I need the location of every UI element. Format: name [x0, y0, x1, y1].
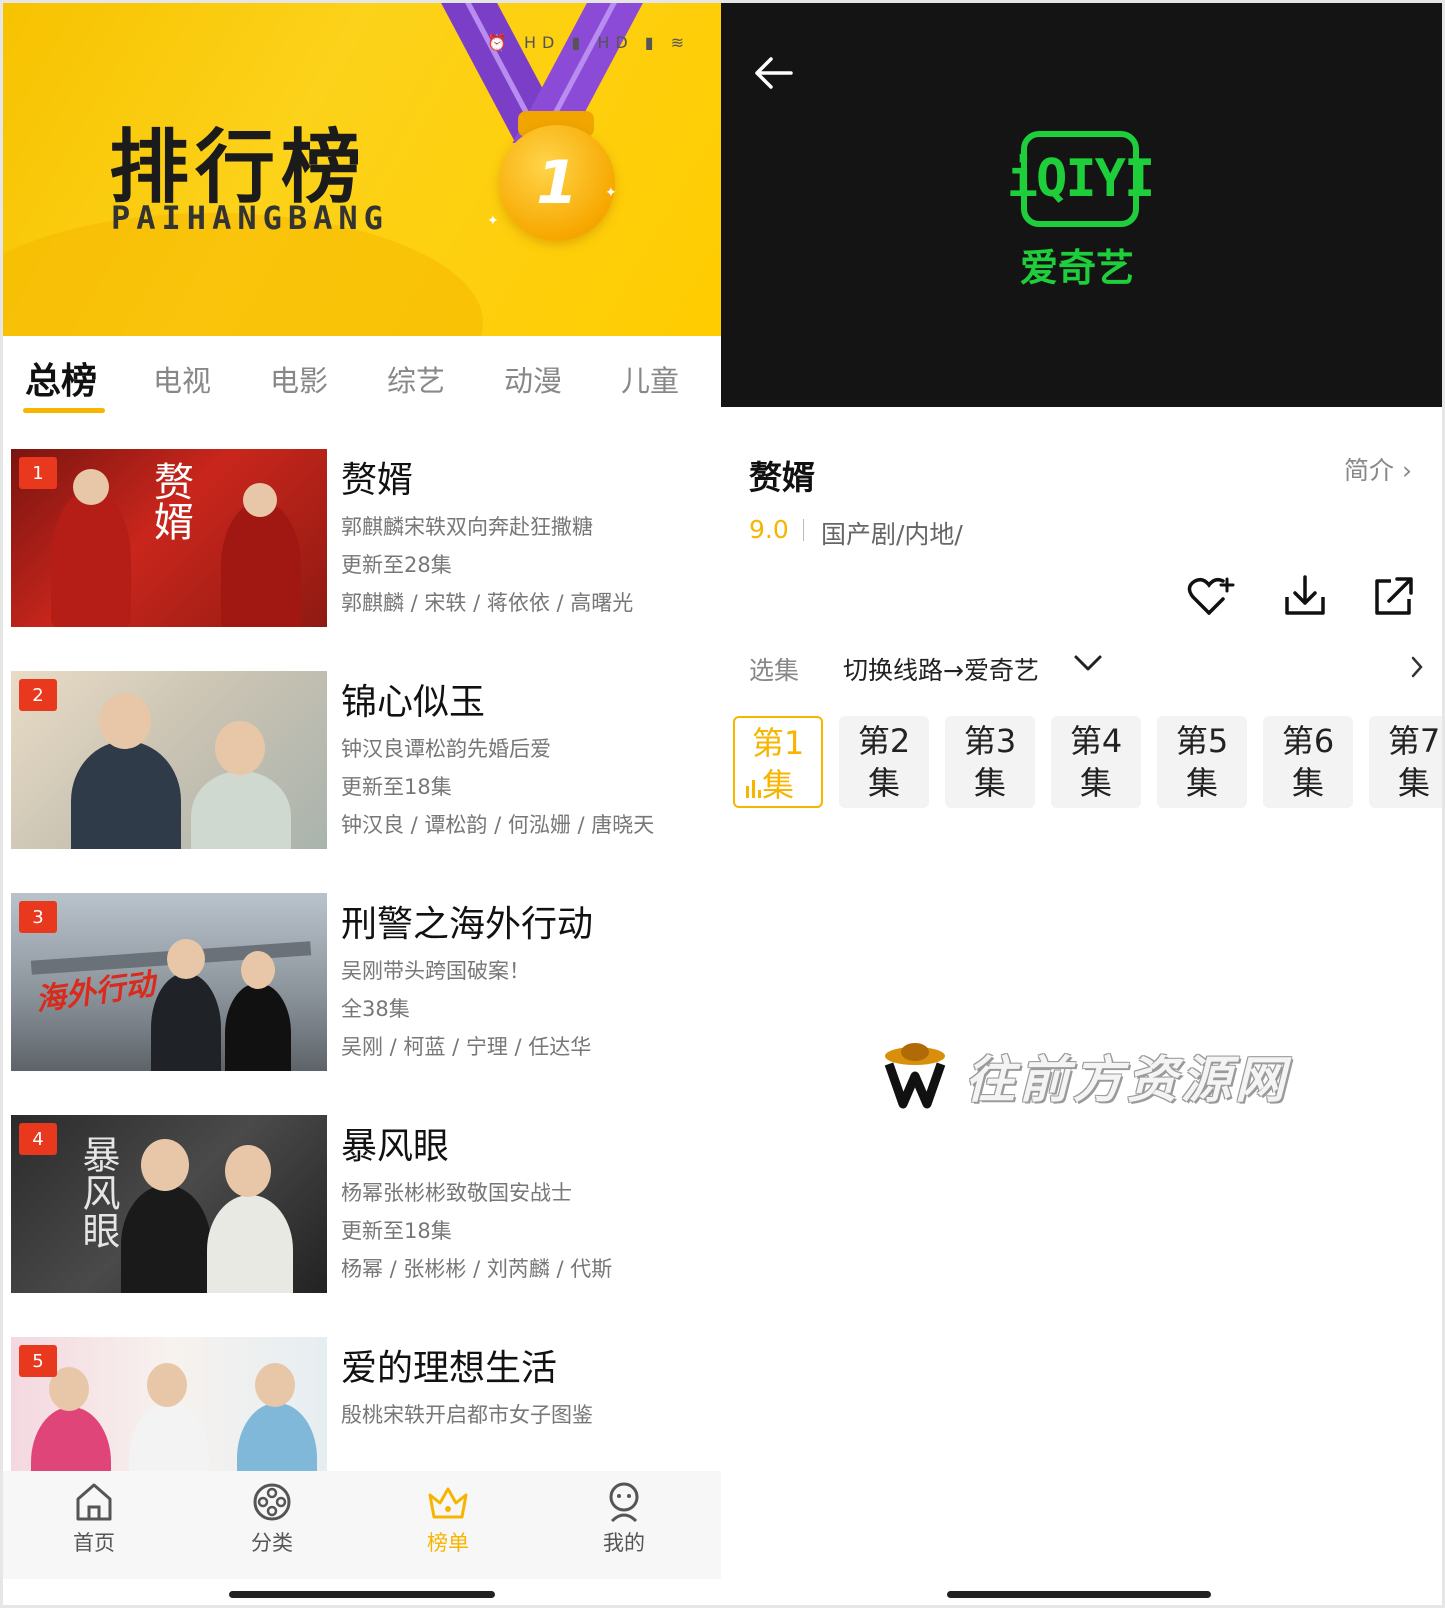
video-player[interactable]: iQIYI 爱奇艺 — [721, 3, 1442, 407]
item-title: 赘婿 — [341, 460, 414, 501]
profile-icon — [609, 1482, 639, 1523]
nav-home[interactable]: 首页 — [39, 1481, 149, 1557]
item-update-status: 更新至18集 — [341, 775, 452, 799]
playing-bars-icon — [746, 780, 761, 798]
poster-image: 2 — [11, 671, 327, 849]
film-reel-icon — [253, 1483, 291, 1521]
item-cast: 郭麒麟 / 宋轶 / 蒋依依 / 高曙光 — [341, 591, 634, 615]
list-item[interactable]: 4 暴风眼 暴风眼 杨幂张彬彬致敬国安战士 更新至18集 杨幂 / 张彬彬 / … — [3, 1115, 721, 1295]
crown-icon — [428, 1487, 468, 1519]
home-indicator[interactable] — [947, 1591, 1211, 1598]
tab-tv[interactable]: 电视 — [153, 358, 211, 400]
poster-image: 3 海外行动 — [11, 893, 327, 1071]
intro-label: 简介 — [1344, 456, 1395, 485]
nav-label: 分类 — [251, 1531, 293, 1555]
item-cast: 杨幂 / 张彬彬 / 刘芮麟 / 代斯 — [341, 1257, 613, 1281]
episode-5[interactable]: 第5 集 — [1157, 716, 1247, 808]
rank-badge: 4 — [19, 1123, 57, 1155]
banner-subtitle: PAIHANGBANG — [111, 199, 389, 237]
poster-image: 1 赘婿 — [11, 449, 327, 627]
episode-3[interactable]: 第3 集 — [945, 716, 1035, 808]
item-description: 杨幂张彬彬致敬国安战士 — [341, 1181, 572, 1205]
divider — [803, 519, 804, 541]
screenshot-frame: ⏰ HD ▮ HD ▮ ≋ 1 ✦ ✦ 排行榜 PAIHANGBANG 总榜 电… — [0, 0, 1445, 1608]
home-indicator[interactable] — [229, 1591, 495, 1598]
nav-profile[interactable]: 我的 — [569, 1481, 679, 1557]
nav-label: 我的 — [603, 1531, 645, 1555]
episode-2[interactable]: 第2 集 — [839, 716, 929, 808]
item-title: 爱的理想生活 — [341, 1348, 558, 1389]
watermark-text: 往前方资源网 — [965, 1051, 1289, 1109]
item-cast: 吴刚 / 柯蓝 / 宁理 / 任达华 — [341, 1035, 592, 1059]
rank-badge: 5 — [19, 1345, 57, 1377]
item-description: 吴刚带头跨国破案！ — [341, 959, 530, 983]
list-item[interactable]: 1 赘婿 赘婿 郭麒麟宋轶双向奔赴狂撒糖 更新至28集 郭麒麟 / 宋轶 / 蒋… — [3, 449, 721, 629]
home-icon — [76, 1483, 112, 1521]
nav-label: 首页 — [73, 1531, 115, 1555]
episode-list: 第1 集 第2 集 第3 集 第4 集 第5 集 第6 集 第7 集 — [733, 716, 1442, 810]
rank-badge: 2 — [19, 679, 57, 711]
episode-7[interactable]: 第7 集 — [1369, 716, 1442, 808]
iqiyi-logo-cn: 爱奇艺 — [1020, 246, 1135, 290]
nav-label: 榜单 — [427, 1531, 469, 1555]
favorite-heart-icon[interactable] — [1187, 573, 1235, 619]
watermark: 往前方资源网 — [879, 1040, 1289, 1112]
item-description: 钟汉良谭松韵先婚后爱 — [341, 737, 551, 761]
download-icon[interactable] — [1283, 573, 1327, 619]
logo-text: iQIYI — [1006, 149, 1156, 209]
sparkle-icon: ✦ — [487, 213, 499, 229]
episode-1[interactable]: 第1 集 — [733, 716, 823, 808]
item-cast: 钟汉良 / 谭松韵 / 何泓姗 / 唐晓天 — [341, 813, 655, 837]
tab-movie[interactable]: 电影 — [270, 358, 328, 400]
route-switch[interactable]: 切换线路→爱奇艺 — [843, 651, 1039, 687]
item-update-status: 更新至28集 — [341, 553, 452, 577]
tab-variety[interactable]: 综艺 — [387, 358, 445, 400]
score: 9.0 — [749, 515, 789, 544]
item-update-status: 全38集 — [341, 997, 410, 1021]
episode-4[interactable]: 第4 集 — [1051, 716, 1141, 808]
gold-medal-icon: 1 — [499, 125, 615, 241]
episode-selector-label: 选集 — [749, 656, 800, 685]
bottom-nav: 首页 分类 榜单 我的 — [3, 1471, 721, 1579]
poster-title: 赘婿 — [147, 461, 193, 541]
tab-kids[interactable]: 儿童 — [621, 358, 679, 400]
genre: 国产剧/内地/ — [821, 520, 963, 549]
chevron-right-icon[interactable] — [1409, 655, 1425, 679]
sparkle-icon: ✦ — [605, 185, 617, 201]
nav-ranking[interactable]: 榜单 — [393, 1481, 503, 1557]
poster-image: 4 暴风眼 — [11, 1115, 327, 1293]
video-title: 赘婿 — [749, 458, 815, 497]
item-update-status: 更新至18集 — [341, 1219, 452, 1243]
ranking-banner: ⏰ HD ▮ HD ▮ ≋ 1 ✦ ✦ 排行榜 PAIHANGBANG — [3, 3, 721, 336]
ranking-screen: ⏰ HD ▮ HD ▮ ≋ 1 ✦ ✦ 排行榜 PAIHANGBANG 总榜 电… — [3, 3, 721, 1603]
tab-overall[interactable]: 总榜 — [25, 352, 97, 404]
episode-6[interactable]: 第6 集 — [1263, 716, 1353, 808]
item-title: 锦心似玉 — [341, 682, 486, 723]
category-tabs: 总榜 电视 电影 综艺 动漫 儿童 — [3, 336, 721, 416]
item-title: 暴风眼 — [341, 1126, 450, 1167]
item-description: 殷桃宋轶开启都市女子图鉴 — [341, 1403, 593, 1427]
poster-title: 暴风眼 — [76, 1135, 120, 1249]
chevron-right-icon: › — [1402, 456, 1412, 485]
rank-badge: 1 — [19, 457, 57, 489]
item-description: 郭麒麟宋轶双向奔赴狂撒糖 — [341, 515, 593, 539]
intro-link[interactable]: 简介 › — [1344, 451, 1412, 487]
list-item[interactable]: 2 锦心似玉 钟汉良谭松韵先婚后爱 更新至18集 钟汉良 / 谭松韵 / 何泓姗… — [3, 671, 721, 851]
list-item[interactable]: 3 海外行动 刑警之海外行动 吴刚带头跨国破案！ 全38集 吴刚 / 柯蓝 / … — [3, 893, 721, 1073]
status-bar-icons: ⏰ HD ▮ HD ▮ ≋ — [487, 33, 691, 52]
video-detail-screen: iQIYI 爱奇艺 赘婿 简介 › 9.0 国产剧/内地/ 选集 切换线路→爱奇… — [721, 3, 1442, 1603]
medal-number: 1 — [536, 148, 578, 218]
back-arrow-icon[interactable] — [753, 55, 793, 91]
watermark-logo-icon — [884, 1043, 946, 1109]
item-title: 刑警之海外行动 — [341, 904, 594, 945]
nav-category[interactable]: 分类 — [217, 1481, 327, 1557]
iqiyi-logo: iQIYI — [1007, 131, 1155, 227]
rank-badge: 3 — [19, 901, 57, 933]
chevron-down-icon[interactable] — [1073, 653, 1103, 675]
active-tab-indicator — [23, 408, 105, 413]
tab-anime[interactable]: 动漫 — [504, 358, 562, 400]
share-icon[interactable] — [1371, 573, 1415, 619]
